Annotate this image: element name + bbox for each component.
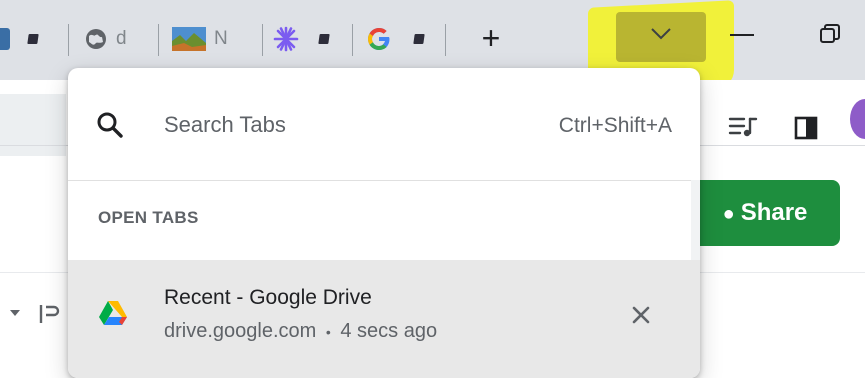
restore-icon[interactable] bbox=[820, 24, 840, 44]
tab-search-button[interactable] bbox=[616, 12, 706, 62]
share-button-label: Share bbox=[740, 199, 808, 226]
chevron-down-icon bbox=[651, 28, 671, 40]
text-direction-icon[interactable] bbox=[38, 303, 60, 325]
tab-5[interactable] bbox=[366, 26, 425, 52]
new-tab-button[interactable]: + bbox=[474, 20, 508, 56]
tab-separator bbox=[445, 24, 446, 56]
tab-favicon-small-icon bbox=[413, 34, 425, 44]
purple-asterisk-icon bbox=[273, 26, 299, 52]
google-g-icon bbox=[368, 28, 390, 50]
close-icon[interactable] bbox=[626, 300, 656, 330]
tab-search-row: Ctrl+Shift+A bbox=[68, 88, 700, 162]
open-tab-meta: drive.google.com • 4 secs ago bbox=[164, 320, 437, 343]
tab-favicon-small-icon bbox=[318, 34, 330, 44]
search-icon bbox=[97, 112, 123, 138]
caret-down-icon[interactable] bbox=[8, 308, 22, 318]
google-drive-icon bbox=[99, 301, 127, 325]
open-tab-item[interactable]: Recent - Google Drive drive.google.com •… bbox=[68, 260, 700, 378]
tab-1[interactable] bbox=[0, 26, 39, 52]
tab-2[interactable]: d bbox=[84, 26, 127, 52]
tab-title-fragment: N bbox=[214, 28, 228, 49]
tab-search-popup: Ctrl+Shift+A OPEN TABS Recent - Google D… bbox=[68, 68, 700, 378]
share-icon: ● bbox=[722, 203, 735, 225]
tab-separator bbox=[68, 24, 69, 56]
open-tabs-header: OPEN TABS bbox=[98, 208, 199, 227]
tab-4[interactable] bbox=[273, 26, 330, 52]
generic-app-icon bbox=[0, 28, 10, 50]
meta-separator: • bbox=[325, 324, 331, 340]
tab-title-fragment: d bbox=[116, 28, 127, 49]
open-tab-title: Recent - Google Drive bbox=[164, 286, 372, 309]
tab-favicon-small-icon bbox=[27, 34, 39, 44]
tab-separator bbox=[352, 24, 353, 56]
reading-list-icon[interactable] bbox=[728, 116, 760, 138]
popup-divider bbox=[68, 180, 700, 181]
minimize-icon[interactable] bbox=[730, 34, 754, 36]
globe-icon bbox=[86, 29, 106, 49]
tab-separator bbox=[158, 24, 159, 56]
side-panel-icon[interactable] bbox=[794, 116, 818, 140]
address-bar[interactable] bbox=[0, 94, 66, 156]
tab-search-input[interactable] bbox=[164, 108, 484, 142]
open-tab-time: 4 secs ago bbox=[340, 320, 438, 342]
landscape-image-icon bbox=[172, 27, 206, 51]
share-button[interactable]: ● Share bbox=[690, 180, 840, 246]
tab-3[interactable]: N bbox=[172, 26, 228, 52]
tab-separator bbox=[262, 24, 263, 56]
open-tab-domain: drive.google.com bbox=[164, 320, 317, 342]
keyboard-shortcut: Ctrl+Shift+A bbox=[558, 114, 672, 137]
